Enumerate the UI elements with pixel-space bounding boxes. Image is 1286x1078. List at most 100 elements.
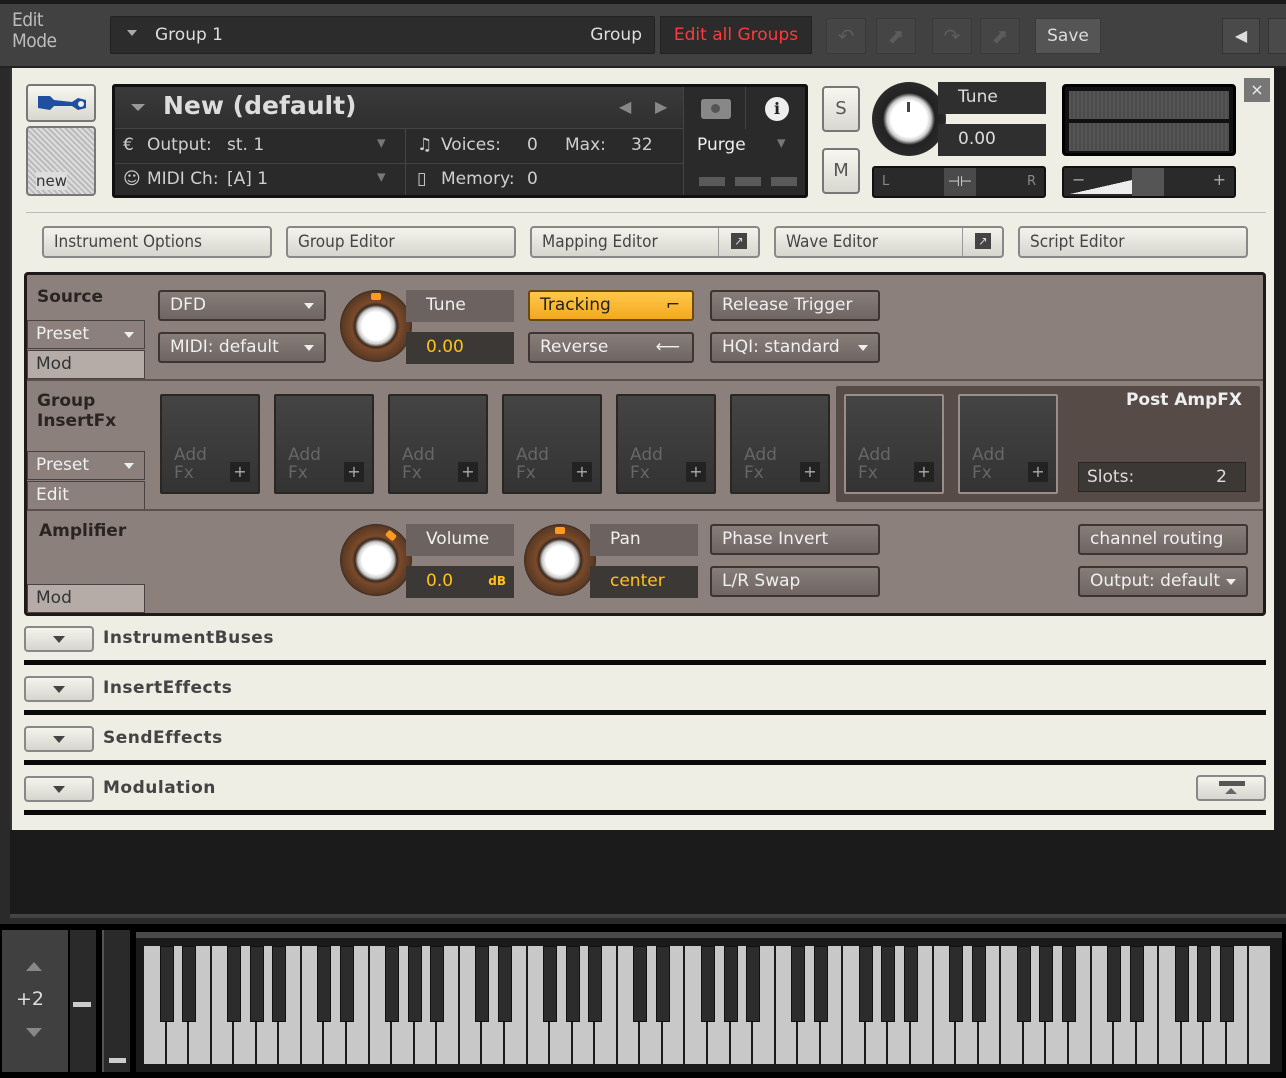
output-dropdown-icon[interactable]: ▾ [377,133,386,153]
source-preset-tab[interactable]: Preset [27,320,145,349]
instrument-options-button[interactable]: Instrument Options [42,226,272,258]
mapping-editor-button[interactable]: Mapping Editor [530,226,760,258]
expand-button[interactable] [24,676,94,702]
mod-wheel[interactable] [102,930,130,1072]
plus-icon[interactable]: + [686,462,706,482]
camera-icon[interactable] [701,99,731,119]
black-key[interactable] [182,946,197,1022]
master-tune-value[interactable]: 0.00 [938,124,1046,156]
expand-button[interactable] [24,776,94,802]
phase-invert-toggle[interactable]: Phase Invert [710,524,880,555]
plus-icon[interactable]: + [230,462,250,482]
black-key[interactable] [497,946,512,1022]
black-key[interactable] [813,946,828,1022]
plus-icon[interactable]: + [1028,462,1048,482]
dropdown-arrow-icon[interactable] [131,104,145,111]
insert-fx-slot[interactable]: Add Fx + [274,394,374,494]
black-key[interactable] [565,946,580,1022]
previous-button[interactable]: ◀ [1222,18,1260,54]
black-key[interactable] [1061,946,1076,1022]
instrument-icon-button[interactable]: new [26,126,96,196]
pitch-wheel[interactable] [70,930,96,1072]
pan-knob[interactable] [524,524,596,596]
black-key[interactable] [723,946,738,1022]
black-key[interactable] [543,946,558,1022]
max-voices-value[interactable]: 32 [631,135,653,155]
edit-mode-label[interactable]: Edit Mode [12,10,57,52]
black-key[interactable] [159,946,174,1022]
black-key[interactable] [340,946,355,1022]
black-key[interactable] [881,946,896,1022]
black-key[interactable] [904,946,919,1022]
info-icon[interactable]: i [765,97,789,121]
source-mode-select[interactable]: DFD [158,290,326,321]
master-tune-knob[interactable] [872,82,946,156]
volume-knob[interactable] [340,524,412,596]
mute-button[interactable]: M [822,148,860,194]
close-button[interactable]: × [1244,78,1270,102]
black-key[interactable] [633,946,648,1022]
plus-icon[interactable]: + [458,462,478,482]
wave-editor-button[interactable]: Wave Editor [774,226,1004,258]
black-key[interactable] [249,946,264,1022]
plus-icon[interactable]: + [572,462,592,482]
insert-fx-slot[interactable]: Add Fx + [616,394,716,494]
pitch-wheel-handle[interactable] [73,1002,91,1007]
black-key[interactable] [949,946,964,1022]
edit-all-groups-button[interactable]: Edit all Groups [660,16,812,54]
black-key[interactable] [1039,946,1054,1022]
post-amp-fx-slot[interactable]: Add Fx + [844,394,944,494]
post-amp-fx-slot[interactable]: Add Fx + [958,394,1058,494]
prev-instrument-icon[interactable]: ◀ [619,97,631,116]
octave-down-icon[interactable] [26,1028,42,1037]
undo-history-button[interactable]: ⬈ [876,18,916,54]
source-tune-knob[interactable] [340,290,412,362]
white-key[interactable] [1249,946,1272,1064]
midi-channel-value[interactable]: [A] 1 [227,169,268,189]
volume-value[interactable]: 0.0 dB [406,566,514,598]
group-selector[interactable]: Group 1 Group [110,16,655,54]
midi-select[interactable]: MIDI: default [158,332,326,363]
slots-count-field[interactable]: Slots: 2 [1078,462,1246,492]
expand-button[interactable] [24,726,94,752]
amplifier-mod-tab[interactable]: Mod [27,584,145,613]
hqi-select[interactable]: HQI: standard [710,332,880,363]
instrument-name[interactable]: New (default) [163,91,356,120]
octave-up-icon[interactable] [26,962,42,971]
undo-button[interactable]: ↶ [826,18,866,54]
script-editor-button[interactable]: Script Editor [1018,226,1248,258]
next-button[interactable] [1268,18,1286,54]
plus-icon[interactable]: + [914,462,934,482]
black-key[interactable] [701,946,715,1022]
insert-fx-slot[interactable]: Add Fx + [730,394,830,494]
popout-icon[interactable] [962,228,1002,256]
insert-fx-slot[interactable]: Add Fx + [388,394,488,494]
release-trigger-toggle[interactable]: Release Trigger [710,290,880,321]
output-value[interactable]: st. 1 [227,135,264,155]
insertfx-preset-tab[interactable]: Preset [27,451,145,480]
black-key[interactable] [655,946,670,1022]
tracking-toggle[interactable]: Tracking ⌐ [528,290,694,321]
save-button[interactable]: Save [1035,18,1101,54]
black-key[interactable] [475,946,490,1022]
black-key[interactable] [430,946,445,1022]
purge-menu[interactable]: Purge [697,135,746,155]
mod-wheel-handle[interactable] [109,1058,126,1063]
black-key[interactable] [272,946,287,1022]
group-editor-button[interactable]: Group Editor [286,226,516,258]
midi-dropdown-icon[interactable]: ▾ [377,167,386,187]
black-key[interactable] [1016,946,1031,1022]
reverse-toggle[interactable]: Reverse ⟵ [528,332,694,363]
black-key[interactable] [1129,946,1144,1022]
black-key[interactable] [858,946,873,1022]
source-tune-value[interactable]: 0.00 [406,332,514,364]
black-key[interactable] [227,946,242,1022]
instrument-edit-button[interactable] [26,84,96,122]
black-key[interactable] [1107,946,1122,1022]
channel-routing-button[interactable]: channel routing [1078,524,1248,555]
black-key[interactable] [385,946,400,1022]
insert-fx-slot[interactable]: Add Fx + [502,394,602,494]
black-key[interactable] [1219,946,1234,1022]
redo-history-button[interactable]: ⬈ [980,18,1020,54]
black-key[interactable] [746,946,761,1022]
